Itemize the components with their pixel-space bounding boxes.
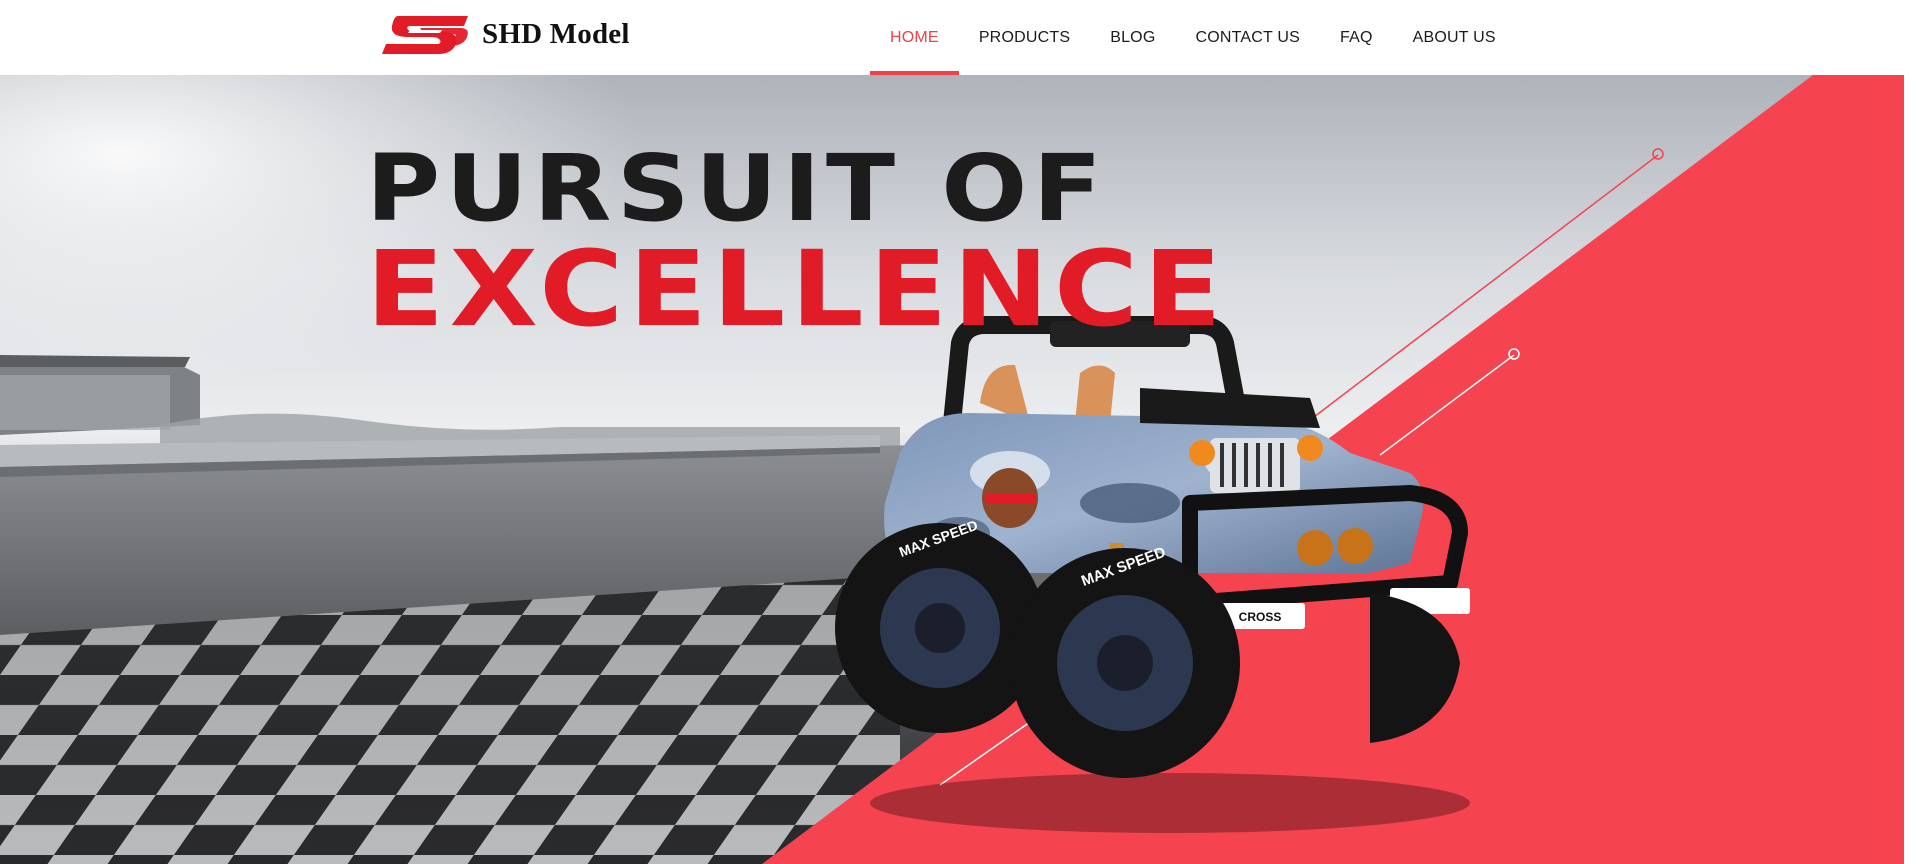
jeep-illustration: CROSS MAX SPEED MAX SPEED bbox=[835, 316, 1470, 833]
ss-logo-icon bbox=[382, 16, 468, 54]
toy-jeep-product-image[interactable]: CROSS MAX SPEED MAX SPEED bbox=[810, 303, 1510, 843]
page-scrollbar[interactable] bbox=[1904, 75, 1920, 864]
nav-about-us[interactable]: ABOUT US bbox=[1393, 0, 1516, 75]
brand-name: SHD Model bbox=[482, 17, 630, 50]
hero-banner[interactable]: PURSUIT OF EXCELLENCE CROSS MAX SPEED MA… bbox=[0, 75, 1904, 864]
brand-logo[interactable]: SHD Model bbox=[380, 12, 630, 56]
hero-headline: PURSUIT OF EXCELLENCE bbox=[366, 143, 1222, 342]
headline-line-2: EXCELLENCE bbox=[366, 228, 1228, 350]
nav-products[interactable]: PRODUCTS bbox=[959, 0, 1090, 75]
nav-contact-us[interactable]: CONTACT US bbox=[1175, 0, 1320, 75]
site-header: SHD Model HOME PRODUCTS BLOG CONTACT US … bbox=[0, 0, 1920, 75]
nav-blog[interactable]: BLOG bbox=[1090, 0, 1175, 75]
plate-text-front: CROSS bbox=[1239, 610, 1282, 624]
main-nav: HOME PRODUCTS BLOG CONTACT US FAQ ABOUT … bbox=[870, 0, 1516, 75]
headline-line-1: PURSUIT OF bbox=[366, 135, 1108, 242]
nav-home[interactable]: HOME bbox=[870, 0, 959, 75]
nav-faq[interactable]: FAQ bbox=[1320, 0, 1393, 75]
